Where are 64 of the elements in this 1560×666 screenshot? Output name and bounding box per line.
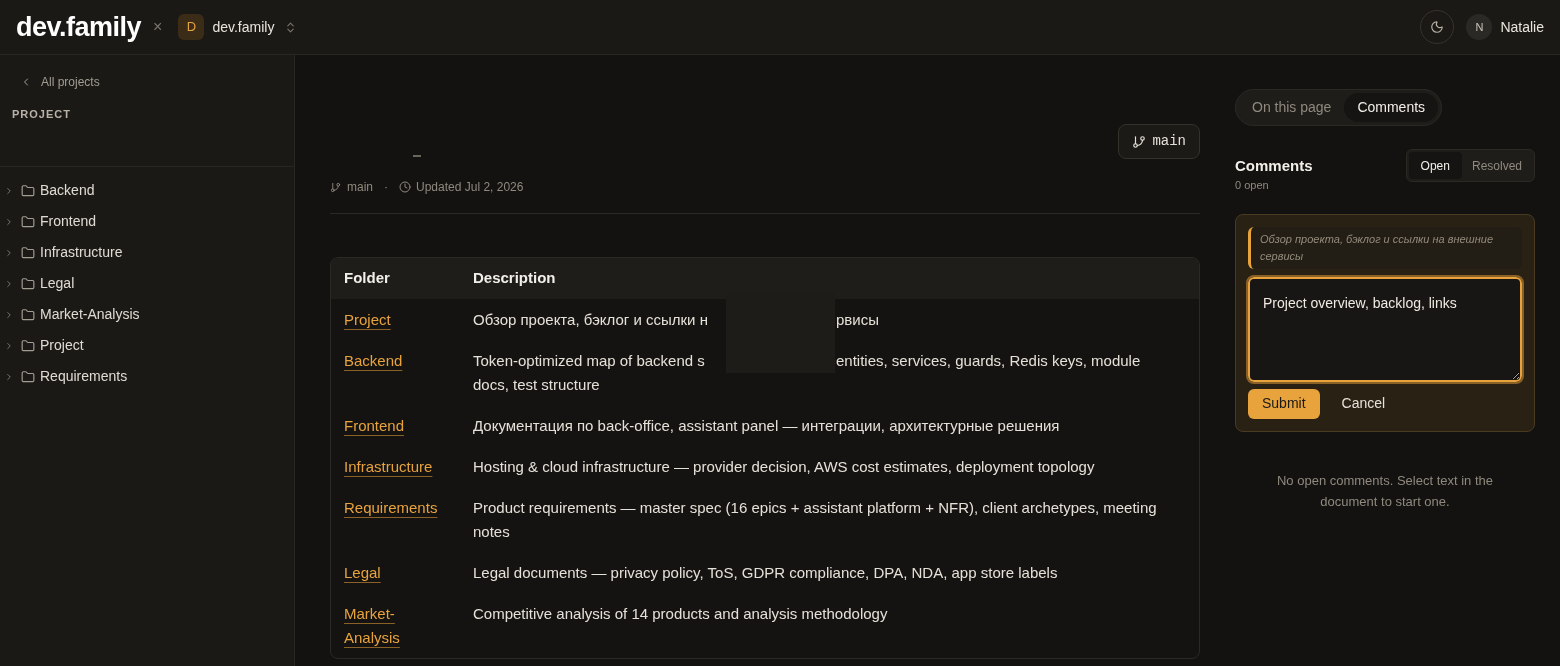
folder-link[interactable]: Project xyxy=(344,307,391,332)
chevron-right-icon[interactable] xyxy=(4,185,14,196)
workspace-name[interactable]: dev.family xyxy=(212,16,275,38)
panel-tab[interactable]: Comments xyxy=(1344,93,1439,122)
folder-tree-item[interactable]: Frontend xyxy=(0,206,294,237)
separator-glyph: × xyxy=(153,17,163,37)
updated-date: Updated Jul 2, 2026 xyxy=(416,179,524,195)
comments-heading: Comments xyxy=(1235,156,1313,176)
comment-textarea[interactable]: Project overview, backlog, links xyxy=(1248,276,1522,382)
user-avatar[interactable]: N xyxy=(1466,14,1493,40)
quoted-text: Обзор проекта, бэклог и ссылки на внешние сервисы xyxy=(1248,226,1522,269)
open-count: 0 open xyxy=(1235,178,1270,193)
moon-icon xyxy=(1430,20,1445,34)
folder-tree-item[interactable]: Project xyxy=(0,330,294,361)
chevron-right-icon[interactable] xyxy=(4,309,14,320)
column-header: Folder xyxy=(343,268,391,289)
folder-icon xyxy=(21,307,35,322)
column-header: Description xyxy=(473,268,557,289)
submit-button[interactable]: Submit xyxy=(1248,388,1320,419)
separator-dot: · xyxy=(384,179,388,195)
description-cell-text: Product requirements — master spec (16 epics + assistant platform + NFR), client archetypes, meeting notes xyxy=(473,497,1158,542)
chevron-right-icon[interactable] xyxy=(4,371,14,382)
folder-link[interactable]: Frontend xyxy=(344,413,405,438)
description-cell-text: Hosting & cloud infrastructure — provider decision, AWS cost estimates, deployment topology xyxy=(473,456,1096,477)
chevron-right-icon[interactable] xyxy=(4,278,14,289)
description-cell-text: Документация по back-office, assistant panel — интеграции, архитектурные решения xyxy=(473,415,1061,436)
branch-name: main xyxy=(347,179,373,195)
panel-tab[interactable]: On this page xyxy=(1239,93,1345,122)
description-cell-text: Legal documents — privacy policy, ToS, GDPR compliance, DPA, NDA, app store labels xyxy=(473,562,1059,583)
filter-tab[interactable]: Open xyxy=(1408,152,1462,179)
branch-icon xyxy=(1132,134,1147,149)
branch-icon xyxy=(330,181,341,193)
folder-link[interactable]: Requirements xyxy=(344,495,438,520)
logo[interactable]: dev.family xyxy=(16,13,142,41)
user-name[interactable]: Natalie xyxy=(1500,16,1544,38)
chevron-right-icon[interactable] xyxy=(4,340,14,351)
description-cell-text: Token-optimized map of backend s entities, services, guards, Redis keys, module docs, test structure xyxy=(473,350,1142,395)
folder-link[interactable]: Infrastructure xyxy=(344,454,433,479)
chevron-right-icon[interactable] xyxy=(4,247,14,258)
folder-tree-item[interactable]: Backend xyxy=(0,175,294,206)
folder-link[interactable]: Market-Analysis xyxy=(344,601,443,650)
all-projects-link[interactable]: All projects xyxy=(12,74,282,90)
description-cell-text: Competitive analysis of 14 products and analysis methodology xyxy=(473,603,889,624)
cancel-button[interactable]: Cancel xyxy=(1329,388,1398,419)
folder-link[interactable]: Legal xyxy=(344,560,381,585)
chevron-right-icon[interactable] xyxy=(4,216,14,227)
folder-tree-item[interactable]: Requirements xyxy=(0,361,294,392)
folder-tree-item[interactable]: Infrastructure xyxy=(0,237,294,268)
folder-link[interactable]: Backend xyxy=(344,348,403,373)
folder-icon xyxy=(21,214,35,229)
workspace-avatar: D xyxy=(178,14,205,40)
filter-tab[interactable]: Resolved xyxy=(1461,152,1532,179)
folder-icon xyxy=(21,276,35,291)
branch-button[interactable]: main xyxy=(1118,124,1200,159)
folder-icon xyxy=(21,245,35,260)
folder-icon xyxy=(21,183,35,198)
empty-state-message: No open comments. Select text in the document to start one. xyxy=(1275,471,1495,511)
section-label: PROJECT xyxy=(12,107,72,121)
folder-icon xyxy=(21,369,35,384)
folder-tree-item[interactable]: Legal xyxy=(0,268,294,299)
description-cell-text: Обзор проекта, бэклог и ссылки н рвисы xyxy=(473,309,880,330)
folder-tree-item[interactable]: Market-Analysis xyxy=(0,299,294,330)
folder-icon xyxy=(21,338,35,353)
clock-icon xyxy=(399,181,411,193)
